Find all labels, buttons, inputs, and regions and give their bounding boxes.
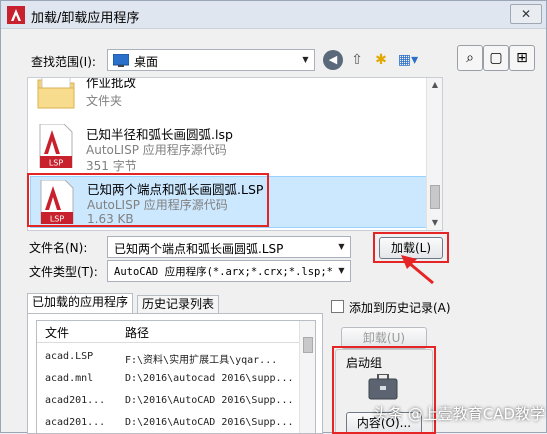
add-icon: ⊞: [516, 50, 528, 66]
lsp-badge: LSP: [49, 159, 64, 168]
lookin-value: 桌面: [134, 55, 159, 69]
search-icon: ⌕: [466, 50, 474, 66]
close-icon: ✕: [520, 7, 532, 21]
filetype-label: 文件类型(T):: [29, 265, 98, 279]
autocad-app-icon: [7, 6, 25, 24]
file-size: 351 字节: [86, 159, 137, 173]
file-type: AutoLISP 应用程序源代码: [86, 143, 227, 157]
lookin-label: 查找范围(I):: [31, 55, 96, 69]
new-folder-icon[interactable]: ✱: [371, 50, 391, 70]
highlight-box-file: [27, 173, 269, 227]
cell-path: F:\资料\实用扩展工具\yqar...: [125, 355, 278, 366]
tab-history[interactable]: 历史记录列表: [137, 295, 220, 314]
folder-icon: [37, 78, 75, 109]
tab-label: 已加载的应用程序: [32, 295, 129, 309]
desktop-icon: [113, 54, 129, 67]
filename-label: 文件名(N):: [29, 241, 88, 255]
file-name: 作业批改: [86, 77, 137, 90]
add-to-history-checkbox[interactable]: [331, 300, 344, 313]
loaded-apps-panel: 文件 路径 acad.LSP F:\资料\实用扩展工具\yqar... acad…: [27, 313, 323, 434]
cell-file: acad201...: [45, 417, 106, 428]
cell-file: acad.LSP: [45, 351, 94, 362]
watermark: 头条 @上壹教育CAD教学: [373, 405, 546, 423]
scroll-down-icon[interactable]: ▼: [427, 216, 442, 230]
filetype-value: AutoCAD 应用程序(*.arx;*.crx;*.lsp;*: [114, 266, 334, 278]
loaded-apps-table[interactable]: 文件 路径 acad.LSP F:\资料\实用扩展工具\yqar... acad…: [36, 320, 316, 434]
dialog-window: 加载/卸载应用程序 ✕ 查找范围(I): 桌面 ▼ ◀ ⇧ ✱ ▦▾ ⌕ ▢ ⊞…: [0, 0, 547, 434]
filename-combo[interactable]: 已知两个端点和弧长画圆弧.LSP ▼: [107, 236, 351, 258]
filetype-combo[interactable]: AutoCAD 应用程序(*.arx;*.crx;*.lsp;* ▼: [107, 260, 351, 282]
file-list-scrollbar[interactable]: ▲ ▼: [426, 78, 442, 230]
file-item-lsp[interactable]: LSP 已知半径和弧长画圆弧.lsp AutoLISP 应用程序源代码 351 …: [30, 122, 428, 173]
tab-loaded-apps[interactable]: 已加载的应用程序: [27, 293, 134, 314]
scroll-up-icon[interactable]: ▲: [427, 78, 442, 92]
column-header-file[interactable]: 文件: [45, 324, 69, 341]
filename-value: 已知两个端点和弧长画圆弧.LSP: [114, 242, 284, 256]
table-row[interactable]: acad201... D:\2016\AutoCAD 2016\Supp...: [37, 417, 300, 433]
locate-button[interactable]: ▢: [483, 45, 509, 71]
table-row[interactable]: acad.LSP F:\资料\实用扩展工具\yqar...: [37, 351, 300, 369]
back-icon[interactable]: ◀: [323, 50, 343, 70]
table-header: 文件 路径: [37, 321, 300, 343]
cell-file: acad201...: [45, 395, 106, 406]
close-button[interactable]: ✕: [510, 4, 542, 24]
file-type: 文件夹: [86, 94, 123, 108]
chevron-down-icon: ▼: [338, 242, 345, 251]
title-bar: 加载/卸载应用程序 ✕: [1, 1, 546, 29]
scroll-thumb[interactable]: [303, 337, 313, 353]
window-title: 加载/卸载应用程序: [31, 11, 140, 26]
cell-file: acad.mnl: [45, 373, 94, 384]
column-header-path[interactable]: 路径: [125, 324, 149, 341]
file-item-folder[interactable]: 作业批改 文件夹: [30, 77, 428, 118]
add-to-history-label: 添加到历史记录(A): [349, 301, 451, 315]
table-row[interactable]: acad201... D:\2016\AutoCAD 2016\Supp...: [37, 395, 300, 413]
table-row[interactable]: acad.mnl D:\2016\autocad 2016\supp...: [37, 373, 300, 391]
lookin-combo[interactable]: 桌面 ▼: [107, 49, 315, 71]
unload-button-label: 卸载(U): [362, 331, 406, 345]
find-file-button[interactable]: ⌕: [457, 45, 483, 71]
chevron-down-icon: ▼: [338, 266, 345, 275]
up-folder-icon[interactable]: ⇧: [347, 50, 367, 70]
add-button[interactable]: ⊞: [509, 45, 535, 71]
chevron-down-icon: ▼: [302, 55, 309, 64]
cell-path: D:\2016\AutoCAD 2016\Supp...: [125, 395, 294, 406]
scroll-thumb[interactable]: [430, 185, 440, 209]
tab-label: 历史记录列表: [142, 297, 215, 311]
views-icon[interactable]: ▦▾: [395, 50, 421, 70]
cell-path: D:\2016\autocad 2016\supp...: [125, 373, 294, 384]
window-icon: ▢: [489, 50, 503, 66]
lsp-file-icon: LSP: [39, 124, 73, 168]
cell-path: D:\2016\AutoCAD 2016\Supp...: [125, 417, 294, 428]
red-arrow-icon: [401, 255, 434, 285]
table-scrollbar[interactable]: [299, 321, 315, 433]
